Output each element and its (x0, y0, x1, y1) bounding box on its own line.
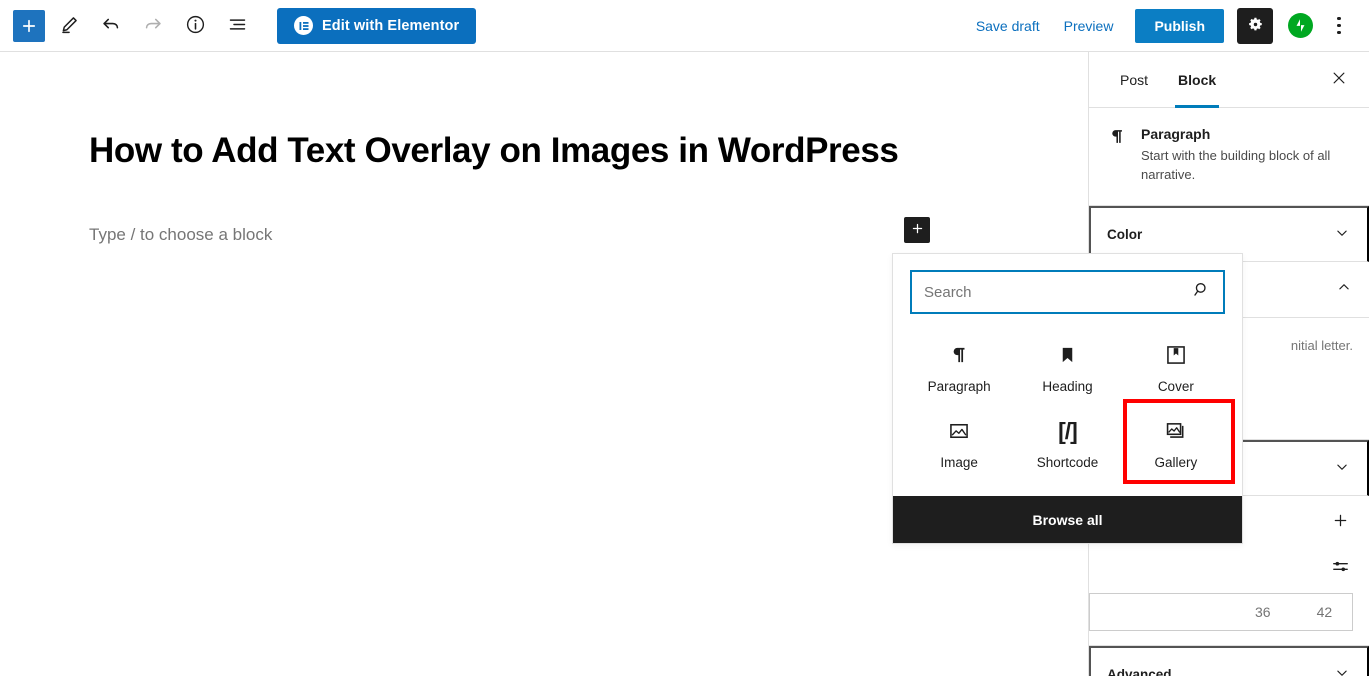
close-sidebar-button[interactable] (1323, 64, 1355, 96)
gear-icon (1246, 15, 1265, 37)
block-description: Start with the building block of all nar… (1141, 148, 1331, 182)
paragraph-pilcrow-icon (950, 342, 969, 368)
shortcode-icon: [/] (1058, 417, 1078, 444)
inserter-search-wrapper (893, 254, 1242, 324)
add-typography-option-button[interactable] (1328, 508, 1353, 536)
details-button[interactable] (177, 8, 213, 44)
typography-tool-buttons (1328, 496, 1353, 582)
block-item-label: Paragraph (927, 379, 991, 394)
block-item-label: Shortcode (1036, 455, 1099, 470)
block-item-label: Heading (1042, 379, 1093, 394)
add-block-button[interactable] (13, 9, 45, 42)
plus-icon (20, 17, 38, 35)
browse-all-button[interactable]: Browse all (893, 496, 1242, 543)
search-field[interactable] (910, 270, 1225, 314)
block-item-cover[interactable]: Cover (1122, 328, 1230, 404)
jetpack-button[interactable] (1282, 8, 1318, 44)
undo-arrow-icon (100, 13, 122, 38)
list-view-icon (227, 14, 248, 38)
block-item-label: Cover (1157, 379, 1194, 394)
panel-color-label: Color (1107, 226, 1143, 242)
list-view-button[interactable] (219, 8, 255, 44)
font-size-value[interactable]: 36 (1255, 604, 1271, 620)
chevron-down-icon (1333, 664, 1351, 676)
settings-toggle-button[interactable] (1237, 7, 1273, 44)
search-input[interactable] (912, 272, 1223, 312)
elementor-logo-icon (294, 16, 313, 35)
plus-icon (1331, 511, 1350, 533)
pencil-icon (59, 14, 80, 38)
wordpress-block-editor: Edit with Elementor Save draft Preview P… (0, 0, 1369, 676)
tab-block[interactable]: Block (1163, 52, 1231, 108)
chevron-up-icon (1335, 278, 1353, 301)
inline-block-inserter-button[interactable] (904, 217, 930, 243)
toolbar-left-group: Edit with Elementor (0, 0, 477, 51)
panel-advanced-label: Advanced (1107, 666, 1172, 676)
sidebar-tabs: Post Block (1089, 52, 1369, 108)
block-name: Paragraph (1141, 126, 1211, 142)
post-title[interactable]: How to Add Text Overlay on Images in Wor… (89, 130, 909, 172)
block-item-paragraph[interactable]: Paragraph (905, 328, 1013, 404)
block-item-shortcode[interactable]: [/] Shortcode (1013, 404, 1121, 480)
jetpack-icon (1287, 13, 1313, 38)
kebab-menu-icon (1337, 16, 1341, 21)
kebab-dot (1337, 30, 1341, 35)
font-size-controls: 36 42 (1089, 592, 1353, 631)
sliders-icon (1331, 557, 1350, 579)
block-item-label: Image (940, 455, 978, 470)
block-item-label: Gallery (1154, 455, 1198, 470)
panel-advanced[interactable]: Advanced (1089, 645, 1369, 676)
kebab-dot (1337, 23, 1341, 28)
elementor-button-label: Edit with Elementor (322, 17, 460, 34)
paragraph-block-placeholder[interactable]: Type / to choose a block (89, 222, 272, 248)
inserter-block-grid: Paragraph Heading Cover Image [/] Shortc… (893, 324, 1242, 496)
chevron-down-icon (1333, 224, 1351, 245)
block-item-image[interactable]: Image (905, 404, 1013, 480)
editor-top-toolbar: Edit with Elementor Save draft Preview P… (0, 0, 1369, 52)
redo-arrow-icon (142, 13, 164, 38)
gallery-icon (1165, 418, 1187, 444)
heading-bookmark-icon (1058, 342, 1077, 368)
undo-button[interactable] (93, 8, 129, 44)
drop-cap-help-text: nitial letter. (1290, 338, 1353, 354)
block-item-gallery[interactable]: Gallery (1122, 399, 1236, 484)
paragraph-pilcrow-icon (1105, 126, 1129, 185)
block-info-text: Paragraph Start with the building block … (1141, 126, 1353, 185)
info-circle-icon (185, 14, 206, 38)
tab-post[interactable]: Post (1105, 52, 1163, 107)
cover-icon (1165, 342, 1187, 368)
more-options-button[interactable] (1323, 8, 1355, 44)
preview-button[interactable]: Preview (1052, 12, 1126, 40)
plus-icon (910, 221, 925, 239)
selected-block-info: Paragraph Start with the building block … (1089, 108, 1369, 206)
typography-settings-button[interactable] (1328, 554, 1353, 582)
toolbar-right-group: Save draft Preview Publish (964, 0, 1369, 51)
shortcode-glyph: [/] (1058, 417, 1078, 444)
redo-button[interactable] (135, 8, 171, 44)
chevron-down-icon (1333, 458, 1351, 479)
image-icon (948, 418, 970, 444)
line-height-value[interactable]: 42 (1317, 604, 1333, 620)
edit-tool-button[interactable] (51, 8, 87, 44)
publish-button[interactable]: Publish (1135, 8, 1224, 43)
save-draft-button[interactable]: Save draft (964, 12, 1052, 40)
close-icon (1330, 69, 1348, 90)
block-item-heading[interactable]: Heading (1013, 328, 1121, 404)
block-inserter-popup: Paragraph Heading Cover (892, 253, 1243, 544)
edit-with-elementor-button[interactable]: Edit with Elementor (277, 7, 477, 44)
